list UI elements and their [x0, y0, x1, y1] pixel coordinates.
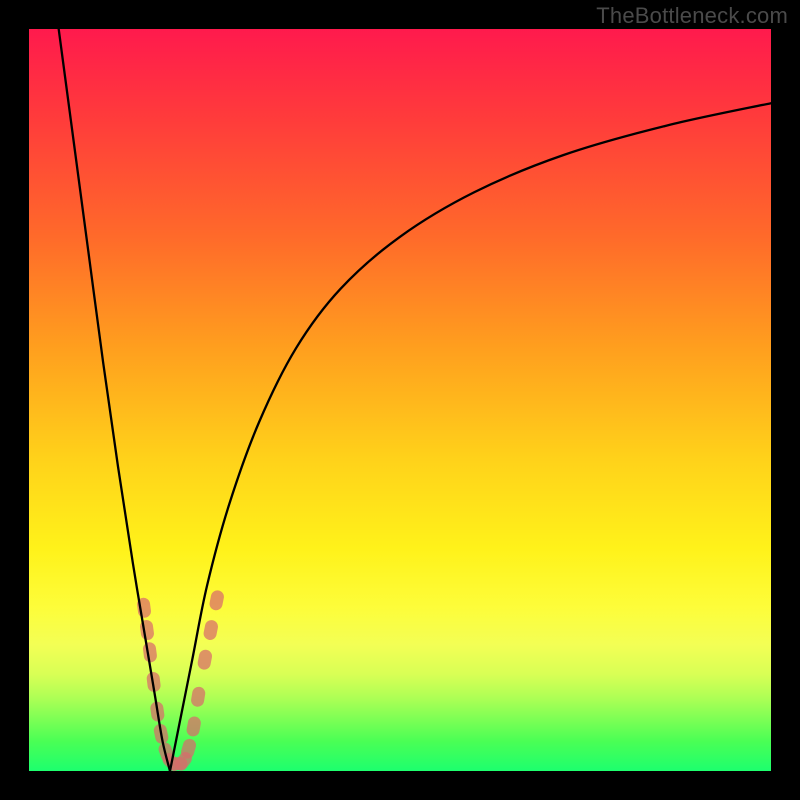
data-marker: [202, 619, 219, 641]
chart-frame: TheBottleneck.com: [0, 0, 800, 800]
data-marker: [190, 686, 206, 708]
watermark-text: TheBottleneck.com: [596, 3, 788, 29]
curve-right-branch: [170, 103, 771, 771]
data-marker: [139, 619, 155, 641]
chart-svg: [29, 29, 771, 771]
marker-group: [136, 589, 225, 774]
data-marker: [197, 649, 213, 671]
data-marker: [208, 589, 225, 611]
data-marker: [186, 715, 202, 737]
